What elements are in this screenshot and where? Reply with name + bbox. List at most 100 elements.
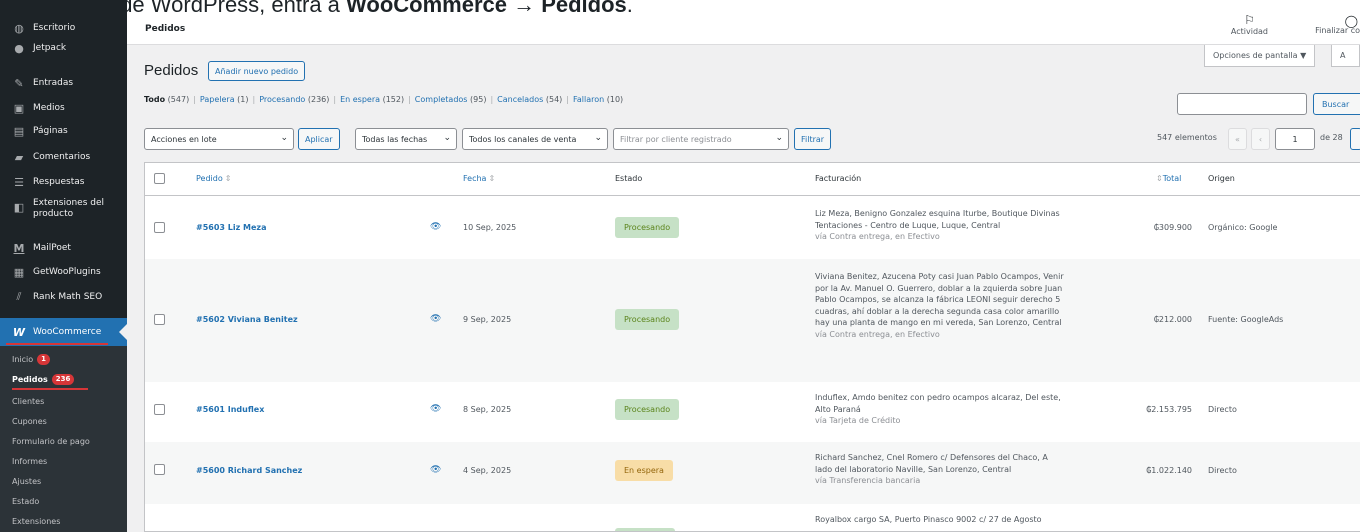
sidebar-item-label: Medios [33, 103, 65, 113]
help-tab[interactable]: A [1331, 45, 1360, 67]
view-label: Cancelados [497, 95, 544, 104]
payment-method: vía Contra entrega, en Efectivo [815, 232, 940, 241]
notification-badge: 1 [37, 353, 51, 365]
orders-count-badge: 236 [51, 373, 75, 385]
activity-button[interactable]: ⚐ Actividad [1231, 13, 1268, 36]
bulk-actions-select[interactable]: Acciones en lote ⌄ [144, 128, 294, 150]
view-count: (152) [382, 95, 405, 104]
add-new-order-button[interactable]: Añadir nuevo pedido [208, 61, 306, 81]
table-row[interactable]: #5601 Induflex 👁 8 Sep, 2025 Procesando … [145, 382, 1360, 442]
order-link[interactable]: #5602 Viviana Benitez [196, 315, 298, 324]
view-todo[interactable]: Todo (547) [144, 95, 189, 104]
row-checkbox[interactable] [154, 404, 165, 415]
view-cancelados[interactable]: Cancelados (54) [497, 95, 562, 104]
customer-filter-select[interactable]: Filtrar por cliente registrado ⌄ [613, 128, 789, 150]
woocommerce-highlight-underline [6, 343, 108, 345]
view-label: Completados [414, 95, 468, 104]
order-origin: Fuente: GoogleAds [1208, 315, 1284, 324]
next-page-button[interactable] [1350, 128, 1360, 150]
submenu-item-extensiones[interactable]: Extensiones [12, 513, 60, 529]
order-date: 10 Sep, 2025 [463, 223, 517, 232]
view-label: Todo [144, 95, 166, 104]
sidebar-item-entradas[interactable]: ✎ Entradas [0, 72, 127, 94]
sidebar-item-label: Extensiones del producto [33, 198, 105, 219]
preview-eye-icon[interactable]: 👁 [430, 314, 441, 324]
apply-button[interactable]: Aplicar [298, 128, 340, 150]
pin-icon: ✎ [14, 76, 24, 90]
submenu-item-informes[interactable]: Informes [12, 453, 47, 469]
order-link[interactable]: #5600 Richard Sanchez [196, 466, 302, 475]
view-fallaron[interactable]: Fallaron (10) [573, 95, 623, 104]
sidebar-item-label: WooCommerce [33, 327, 102, 337]
submenu-label: Extensiones [12, 516, 61, 526]
order-link[interactable]: #5601 Induflex [196, 405, 264, 414]
status-filter-links: Todo (547) | Papelera (1) | Procesando (236)… [144, 95, 623, 104]
submenu-item-estado[interactable]: Estado [12, 493, 39, 509]
sidebar-item-jetpack[interactable]: ● Jetpack [0, 37, 127, 59]
submenu-item-cupones[interactable]: Cupones [12, 413, 47, 429]
preview-eye-icon[interactable]: 👁 [430, 222, 441, 232]
first-page-button[interactable]: « [1228, 128, 1247, 150]
sales-channel-select[interactable]: Todos los canales de venta ⌄ [462, 128, 608, 150]
caption-suffix: . [626, 0, 633, 17]
row-checkbox[interactable] [154, 314, 165, 325]
sidebar-item-medios[interactable]: ▣ Medios [0, 97, 127, 119]
column-header-status: Estado [615, 174, 643, 183]
submenu-item-pedidos[interactable]: Pedidos 236 [12, 371, 75, 387]
sidebar-item-escritorio[interactable]: ◍ Escritorio [0, 17, 127, 39]
status-badge: Procesando [615, 309, 680, 330]
billing-address: Liz Meza, Benigno Gonzalez esquina Iturb… [815, 208, 1065, 243]
rankmath-icon: ⫽ [16, 290, 22, 303]
view-en-espera[interactable]: En espera (152) [340, 95, 404, 104]
submenu-item-formulario-pago[interactable]: Formulario de pago [12, 433, 90, 449]
preview-eye-icon[interactable]: 👁 [430, 404, 441, 414]
submenu-item-ajustes[interactable]: Ajustes [12, 473, 41, 489]
sidebar-item-comentarios[interactable]: ▰ Comentarios [0, 146, 127, 168]
view-completados[interactable]: Completados (95) [415, 95, 487, 104]
comments-icon: ▰ [14, 150, 24, 164]
sidebar-item-label: GetWooPlugins [33, 267, 101, 277]
row-checkbox[interactable] [154, 464, 165, 475]
sidebar-item-rankmath[interactable]: ⫽ Rank Math SEO [0, 286, 127, 308]
view-procesando[interactable]: Procesando (236) [259, 95, 329, 104]
column-header-date[interactable]: Fecha ⇕ [463, 174, 495, 183]
table-row[interactable]: #5600 Richard Sanchez 👁 4 Sep, 2025 En e… [145, 442, 1360, 504]
sidebar-item-getwooplugins[interactable]: ▦ GetWooPlugins [0, 261, 127, 283]
screen-options-button[interactable]: Opciones de pantalla ▼ [1204, 45, 1316, 67]
select-all-checkbox[interactable] [154, 173, 165, 184]
column-header-total[interactable]: ⇕Total [1154, 174, 1181, 183]
submenu-item-clientes[interactable]: Clientes [12, 393, 44, 409]
chevron-down-icon: ⌄ [594, 133, 602, 143]
current-page-input[interactable]: 1 [1275, 128, 1315, 150]
status-badge: Procesando [615, 217, 680, 238]
submenu-label: Estado [12, 496, 40, 506]
date-filter-select[interactable]: Todas las fechas ⌄ [355, 128, 457, 150]
admin-header-bar: Pedidos ⚐ Actividad Finalizar co ◯ [127, 13, 1360, 45]
prev-page-button[interactable]: ‹ [1251, 128, 1270, 150]
sidebar-item-paginas[interactable]: ▤ Páginas [0, 120, 127, 142]
page-title: Pedidos [144, 62, 199, 79]
table-row[interactable]: Royalbox cargo SA, Puerto Pinasco 9002 c… [145, 504, 1360, 531]
sidebar-item-extensiones-producto[interactable]: ◧ Extensiones del producto [0, 198, 127, 232]
woocommerce-icon: W [12, 325, 26, 339]
search-orders-input[interactable] [1177, 93, 1307, 115]
order-date: 9 Sep, 2025 [463, 315, 512, 324]
order-link[interactable]: #5603 Liz Meza [196, 223, 266, 232]
search-orders-button[interactable]: Buscar [1313, 93, 1360, 115]
view-label: Procesando [259, 95, 306, 104]
view-papelera[interactable]: Papelera (1) [200, 95, 249, 104]
sidebar-item-woocommerce[interactable]: W WooCommerce [0, 318, 127, 346]
sidebar-item-mailpoet[interactable]: M MailPoet [0, 237, 127, 259]
views-separator: | [566, 95, 569, 104]
table-row[interactable]: #5603 Liz Meza 👁 10 Sep, 2025 Procesando… [145, 196, 1360, 259]
submenu-item-inicio[interactable]: Inicio 1 [12, 351, 51, 367]
sidebar-item-respuestas[interactable]: ☰ Respuestas [0, 171, 127, 193]
row-checkbox[interactable] [154, 222, 165, 233]
sort-icon: ⇕ [224, 174, 232, 183]
views-separator: | [490, 95, 494, 104]
filter-button[interactable]: Filtrar [794, 128, 832, 150]
table-row[interactable]: #5602 Viviana Benitez 👁 9 Sep, 2025 Proc… [145, 259, 1360, 382]
payment-method: vía Tarjeta de Crédito [815, 416, 901, 425]
column-header-order[interactable]: Pedido ⇕ [196, 174, 231, 183]
preview-eye-icon[interactable]: 👁 [430, 465, 441, 475]
